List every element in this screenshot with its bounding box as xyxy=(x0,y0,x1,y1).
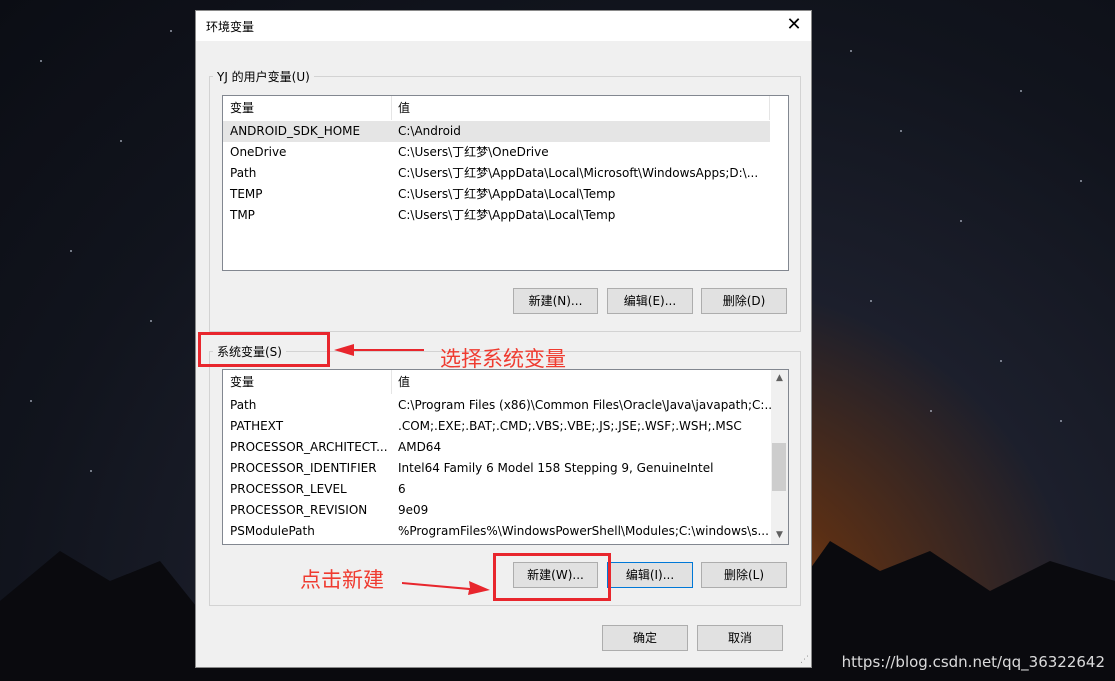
variable-value: .COM;.EXE;.BAT;.CMD;.VBS;.VBE;.JS;.JSE;.… xyxy=(398,419,742,433)
system-edit-button[interactable]: 编辑(I)... xyxy=(607,562,693,588)
list-item[interactable]: PATHEXT .COM;.EXE;.BAT;.CMD;.VBS;.VBE;.J… xyxy=(223,416,771,437)
variable-value: Intel64 Family 6 Model 158 Stepping 9, G… xyxy=(398,461,714,475)
annotation-click-new: 点击新建 xyxy=(300,568,384,592)
variable-value: C:\Users\丁红梦\AppData\Local\Temp xyxy=(398,187,616,201)
user-delete-button[interactable]: 删除(D) xyxy=(701,288,787,314)
resize-grip-icon[interactable]: ⋰ xyxy=(800,655,809,665)
list-item[interactable]: PROCESSOR_LEVEL 6 xyxy=(223,479,771,500)
title-bar: 环境变量 ✕ xyxy=(196,11,811,41)
close-icon[interactable]: ✕ xyxy=(783,14,805,36)
list-item[interactable]: Path C:\Program Files (x86)\Common Files… xyxy=(223,395,776,416)
variable-name: TMP xyxy=(230,208,255,222)
ok-button[interactable]: 确定 xyxy=(602,625,688,651)
list-header: 变量 值 xyxy=(223,96,788,120)
scroll-up-icon[interactable]: ▲ xyxy=(771,370,788,387)
user-variables-list[interactable]: 变量 值 ANDROID_SDK_HOME C:\Android OneDriv… xyxy=(222,95,789,271)
cancel-button[interactable]: 取消 xyxy=(697,625,783,651)
variable-value: C:\Android xyxy=(398,124,461,138)
variable-name: PROCESSOR_REVISION xyxy=(230,503,368,517)
variable-name: PROCESSOR_ARCHITECT... xyxy=(230,440,388,454)
list-item[interactable]: PROCESSOR_REVISION 9e09 xyxy=(223,500,771,521)
system-variables-highlight xyxy=(198,332,330,367)
list-item[interactable]: Path C:\Users\丁红梦\AppData\Local\Microsof… xyxy=(223,163,770,184)
variable-name: PATHEXT xyxy=(230,419,284,433)
variable-value: C:\Users\丁红梦\AppData\Local\Microsoft\Win… xyxy=(398,166,759,180)
arrow-right-icon xyxy=(402,581,490,595)
scrollbar-thumb[interactable] xyxy=(772,443,786,491)
variable-name: PROCESSOR_LEVEL xyxy=(230,482,347,496)
annotation-select-system: 选择系统变量 xyxy=(440,347,566,371)
variable-value: C:\Users\丁红梦\AppData\Local\Temp xyxy=(398,208,616,222)
variable-name: Path xyxy=(230,166,257,180)
system-delete-button[interactable]: 删除(L) xyxy=(701,562,787,588)
variable-name: ANDROID_SDK_HOME xyxy=(230,124,361,138)
list-item[interactable]: PROCESSOR_ARCHITECT... AMD64 xyxy=(223,437,771,458)
column-header-variable[interactable]: 变量 xyxy=(223,96,391,120)
list-item[interactable]: ANDROID_SDK_HOME C:\Android xyxy=(223,121,770,142)
list-header: 变量 值 xyxy=(223,370,788,394)
vertical-scrollbar[interactable]: ▲ ▼ xyxy=(771,370,788,544)
list-item[interactable]: PSModulePath %ProgramFiles%\WindowsPower… xyxy=(223,521,771,542)
arrow-left-icon xyxy=(334,344,424,356)
user-new-button[interactable]: 新建(N)... xyxy=(513,288,598,314)
window-title: 环境变量 xyxy=(206,20,255,34)
variable-name: PROCESSOR_IDENTIFIER xyxy=(230,461,377,475)
variable-name: Path xyxy=(230,398,257,412)
column-header-variable[interactable]: 变量 xyxy=(223,370,391,394)
watermark: https://blog.csdn.net/qq_36322642 xyxy=(841,653,1105,671)
system-variables-list[interactable]: 变量 值 Path C:\Program Files (x86)\Common … xyxy=(222,369,789,545)
variable-name: OneDrive xyxy=(230,145,287,159)
variable-value: AMD64 xyxy=(398,440,442,454)
variable-value: %ProgramFiles%\WindowsPowerShell\Modules… xyxy=(398,524,769,538)
variable-value: C:\Users\丁红梦\OneDrive xyxy=(398,145,549,159)
user-edit-button[interactable]: 编辑(E)... xyxy=(607,288,693,314)
variable-name: PSModulePath xyxy=(230,524,315,538)
list-item[interactable]: PROCESSOR_IDENTIFIER Intel64 Family 6 Mo… xyxy=(223,458,771,479)
variable-value: 6 xyxy=(398,482,406,496)
column-header-value[interactable]: 值 xyxy=(391,96,769,120)
user-variables-label: YJ 的用户变量(U) xyxy=(213,68,314,85)
list-item[interactable]: TMP C:\Users\丁红梦\AppData\Local\Temp xyxy=(223,205,770,226)
column-header-value[interactable]: 值 xyxy=(391,370,769,394)
list-item[interactable]: OneDrive C:\Users\丁红梦\OneDrive xyxy=(223,142,770,163)
list-item[interactable]: TEMP C:\Users\丁红梦\AppData\Local\Temp xyxy=(223,184,770,205)
variable-value: 9e09 xyxy=(398,503,429,517)
variable-value: C:\Program Files (x86)\Common Files\Orac… xyxy=(398,398,776,412)
variable-name: TEMP xyxy=(230,187,263,201)
scroll-down-icon[interactable]: ▼ xyxy=(771,527,788,544)
new-button-highlight xyxy=(493,553,611,601)
